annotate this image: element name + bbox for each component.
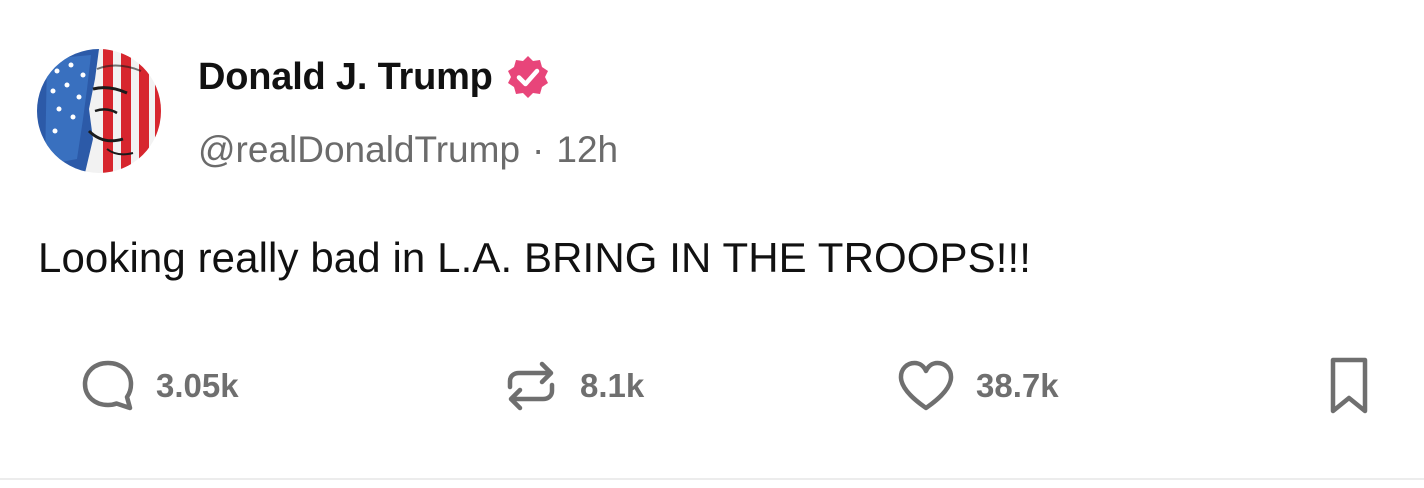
post-body-text: Looking really bad in L.A. BRING IN THE … [38, 234, 1032, 281]
author-avatar[interactable] [37, 49, 161, 173]
retruth-button[interactable]: 8.1k [502, 356, 644, 416]
post-card[interactable]: Donald J. Trump @realDonaldTrump · 12h L… [0, 0, 1424, 480]
flag-portrait-avatar-icon [37, 49, 161, 173]
like-button[interactable]: 38.7k [896, 356, 1059, 416]
author-meta-row: @realDonaldTrump · 12h [198, 128, 618, 172]
reply-icon [82, 360, 134, 411]
verified-badge-icon [507, 56, 548, 98]
reply-count: 3.05k [156, 367, 239, 404]
like-count: 38.7k [976, 367, 1059, 404]
author-name-row: Donald J. Trump [198, 54, 551, 100]
bookmark-icon [1330, 357, 1368, 414]
meta-separator: · [532, 129, 545, 170]
heart-icon [898, 360, 954, 411]
post-timestamp[interactable]: 12h [556, 129, 618, 171]
author-display-name[interactable]: Donald J. Trump [198, 56, 493, 99]
author-handle[interactable]: @realDonaldTrump [198, 129, 520, 171]
retruth-icon [507, 361, 555, 411]
reply-button[interactable]: 3.05k [80, 356, 239, 416]
bookmark-button[interactable] [1324, 356, 1374, 416]
retruth-count: 8.1k [580, 367, 645, 404]
